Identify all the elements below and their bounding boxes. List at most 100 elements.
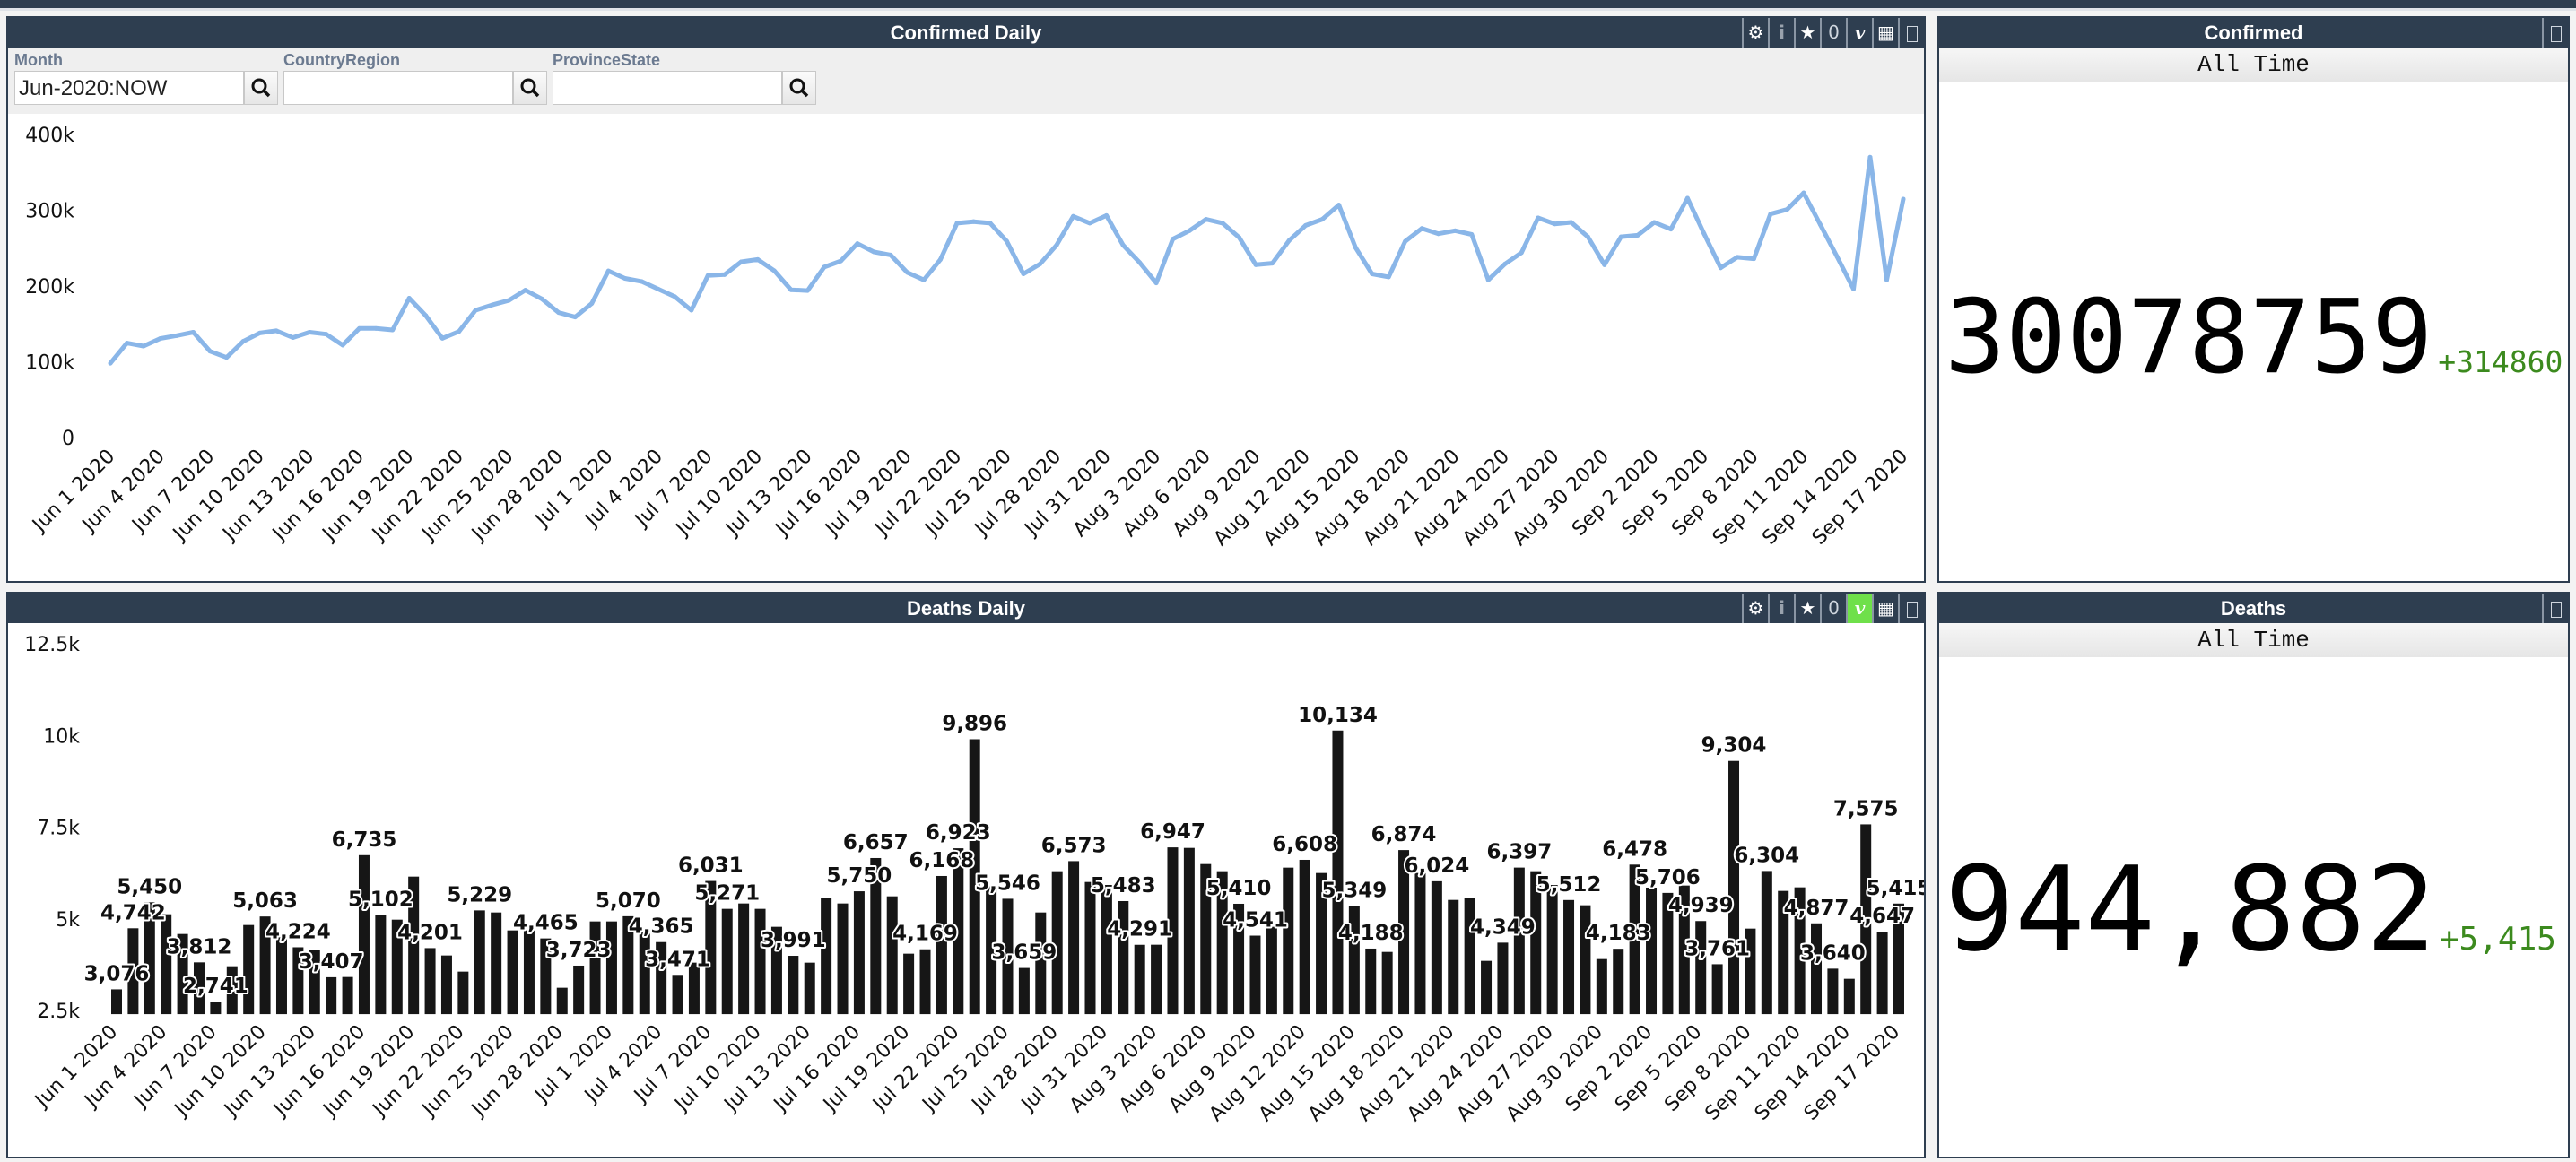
search-button[interactable] [244,71,278,105]
bar [1249,935,1261,1015]
data-point [689,308,694,313]
info-icon[interactable]: i [1768,594,1794,623]
x-tick-label: Jun 19 2020 [318,446,419,547]
bar [672,975,683,1015]
bar [1167,847,1179,1015]
bar [1381,951,1393,1015]
count-badge[interactable]: 0 [1820,18,1846,48]
bar-data-label: 4,224 [265,920,331,943]
data-point [1850,286,1856,291]
x-tick-label: Jul 7 2020 [629,1021,716,1108]
search-button[interactable] [782,71,816,105]
x-tick-label: Aug 12 2020 [1205,1021,1310,1126]
x-tick-label: Aug 24 2020 [1403,1021,1508,1126]
bar [837,903,849,1015]
v-toggle-button[interactable]: v [1846,594,1872,623]
bar-data-label: 5,483 [1091,874,1156,898]
data-point [738,259,744,264]
bar [507,930,518,1015]
maximize-icon[interactable] [1898,18,1924,48]
bar [589,921,601,1015]
star-icon[interactable]: ★ [1794,18,1820,48]
bar-data-label: 6,657 [843,831,909,854]
gear-icon[interactable]: ⚙ [1742,594,1768,623]
x-tick-label: Jul 22 2020 [867,1021,963,1117]
search-button[interactable] [513,71,547,105]
bar-data-label: 5,415 [1867,877,1924,900]
month-input[interactable]: Jun-2020:NOW [14,71,244,105]
table-icon[interactable]: ▦ [1872,594,1898,623]
data-point [1668,227,1674,232]
bar [523,930,535,1015]
bar [1546,884,1558,1015]
panel-title: Confirmed Daily [890,22,1042,44]
maximize-icon[interactable] [1898,594,1924,623]
data-point [1585,234,1590,239]
maximize-icon[interactable] [2542,18,2568,48]
x-tick-label: Jun 22 2020 [368,1021,469,1123]
bar [292,947,304,1015]
x-tick-label: Jun 4 2020 [80,1021,172,1114]
table-icon[interactable]: ▦ [1872,18,1898,48]
y-tick-label: 12.5k [24,634,80,656]
data-point [357,325,362,331]
data-point [274,328,279,334]
bar [1464,898,1475,1015]
data-point [1187,228,1192,233]
v-toggle-button[interactable]: v [1846,18,1872,48]
data-point [224,355,230,360]
data-point [1784,207,1789,212]
bar [243,924,255,1015]
data-point [1120,242,1126,247]
bar-data-label: 5,102 [348,889,413,912]
x-tick-label: Jun 25 2020 [417,446,518,547]
bar [1563,899,1575,1015]
bar [1316,872,1327,1015]
x-tick-label: Sep 5 2020 [1611,1021,1706,1116]
x-tick-label: Jun 22 2020 [367,446,468,547]
bar [1530,871,1542,1015]
bar-data-label: 3,076 [84,962,150,985]
data-point [108,360,113,366]
x-tick-label: Jul 7 2020 [630,446,717,533]
data-point [822,264,827,270]
bar [573,965,585,1015]
x-tick-label: Jul 22 2020 [870,446,966,542]
star-icon[interactable]: ★ [1794,594,1820,623]
x-tick-label: Aug 21 2020 [1353,1021,1458,1126]
panel-title: Deaths Daily [906,597,1026,620]
data-point [572,315,578,320]
maximize-icon[interactable] [2542,594,2568,623]
provincestate-input[interactable] [553,71,782,105]
data-point [1286,238,1292,243]
data-point [788,287,794,292]
bar-data-label: 2,741 [183,975,248,998]
data-point [1801,190,1806,195]
bar-data-label: 6,923 [926,821,991,845]
data-point [1651,220,1657,225]
data-point [805,288,810,293]
countryregion-input[interactable] [283,71,513,105]
bar [1332,730,1344,1015]
bar [1827,968,1839,1015]
x-tick-label: Jul 4 2020 [580,446,667,533]
bar [1216,871,1228,1015]
data-point [340,343,345,348]
x-tick-label: Jun 16 2020 [269,1021,370,1123]
bar [870,857,882,1015]
y-tick-label: 10k [43,725,80,748]
bar [721,908,733,1015]
bar-data-label: 5,229 [447,883,512,906]
x-tick-label: Sep 11 2020 [1709,446,1813,550]
info-icon[interactable]: i [1768,18,1794,48]
bar-data-label: 5,410 [1206,877,1272,900]
bar-data-label: 4,349 [1470,915,1536,939]
bar [953,848,964,1015]
bar-data-label: 5,070 [596,889,661,913]
data-point [888,252,893,257]
count-badge[interactable]: 0 [1820,594,1846,623]
data-point [1370,271,1375,276]
x-tick-label: Jul 16 2020 [770,446,866,542]
gear-icon[interactable]: ⚙ [1742,18,1768,48]
data-point [1485,277,1491,282]
